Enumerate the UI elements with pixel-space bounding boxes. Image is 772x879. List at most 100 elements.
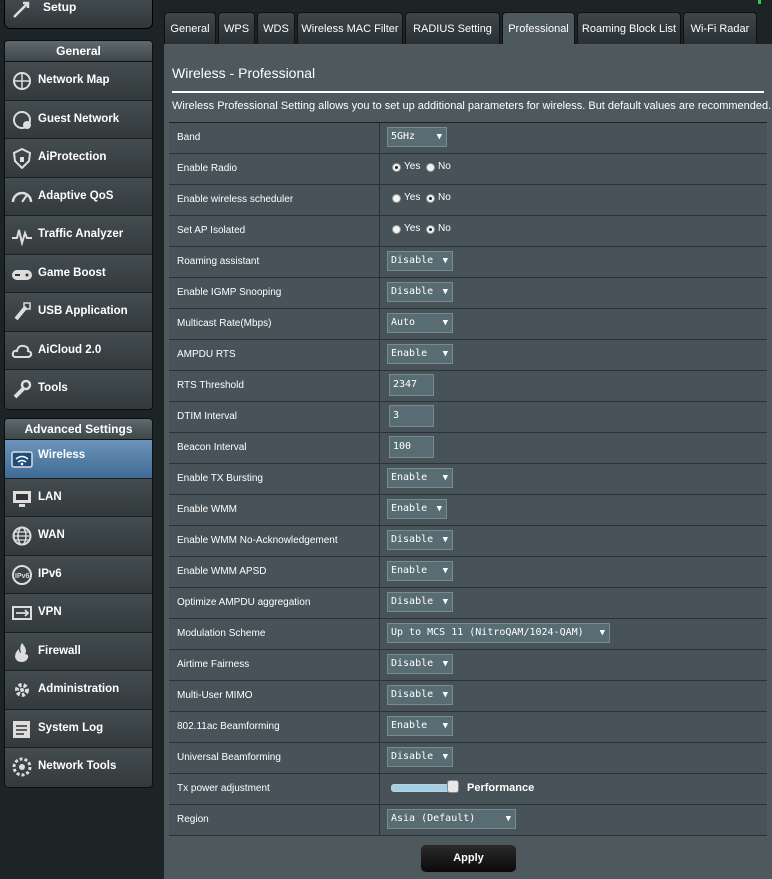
sidebar-item-traffic-analyzer[interactable]: Traffic Analyzer — [5, 216, 152, 255]
sidebar-item-administration[interactable]: Administration — [5, 671, 152, 710]
set-ap-isolated-radio-yes[interactable] — [392, 225, 401, 234]
dropdown-arrow-icon: ▼ — [442, 566, 448, 576]
sidebar-item-guest-network[interactable]: Guest Network — [5, 100, 152, 139]
set-ap-isolated-label: Set AP Isolated — [177, 225, 246, 236]
sidebar-item-usb-application[interactable]: USB Application — [5, 293, 152, 332]
setting-value-cell: Disable ▼ — [380, 278, 767, 308]
sidebar-item-system-log[interactable]: System Log — [5, 709, 152, 748]
sidebar-item-network-map[interactable]: Network Map — [5, 62, 152, 101]
roaming-assistant-select[interactable]: Disable ▼ — [387, 251, 453, 271]
tx-power-adjustment-label: Tx power adjustment — [177, 783, 270, 794]
enable-igmp-snooping-select[interactable]: Disable ▼ — [387, 282, 453, 302]
tab-wds[interactable]: WDS — [257, 12, 295, 44]
traffic-analyzer-icon — [10, 224, 34, 247]
sidebar-item-label: WAN — [38, 529, 65, 541]
tab-radius-setting[interactable]: RADIUS Setting — [405, 12, 500, 44]
enable-wmm-select[interactable]: Enable ▼ — [387, 499, 447, 519]
enable-wireless-scheduler-label: Enable wireless scheduler — [177, 194, 294, 205]
enable-wmm-apsd-select[interactable]: Enable ▼ — [387, 561, 453, 581]
quick-setup-button[interactable]: Setup — [4, 0, 153, 29]
optimize-ampdu-aggregation-label: Optimize AMPDU aggregation — [177, 597, 311, 608]
dropdown-arrow-icon: ▼ — [442, 535, 448, 545]
select-value: Enable — [391, 503, 428, 514]
enable-tx-bursting-select[interactable]: Enable ▼ — [387, 468, 453, 488]
sidebar-item-aicloud-2-0[interactable]: AiCloud 2.0 — [5, 331, 152, 370]
tab-roaming-block-list[interactable]: Roaming Block List — [577, 12, 681, 44]
airtime-fairness-select[interactable]: Disable ▼ — [387, 654, 453, 674]
enable-radio-radio-no[interactable] — [426, 163, 435, 172]
setting-label-cell: Enable Radio — [169, 154, 380, 184]
sidebar-item-vpn[interactable]: VPN — [5, 594, 152, 633]
sidebar-item-firewall[interactable]: Firewall — [5, 632, 152, 671]
setting-value-cell: 3 — [380, 402, 767, 432]
beacon-interval-label: Beacon Interval — [177, 442, 247, 453]
sidebar-item-adaptive-qos[interactable]: Adaptive QoS — [5, 177, 152, 216]
set-ap-isolated-radio-no[interactable] — [426, 225, 435, 234]
band-select[interactable]: 5GHz ▼ — [387, 127, 447, 147]
sidebar-item-wireless[interactable]: Wireless — [5, 440, 152, 479]
setting-value-cell: Up to MCS 11 (NitroQAM/1024-QAM) ▼ — [380, 619, 767, 649]
multicast-rate-mbps-label: Multicast Rate(Mbps) — [177, 318, 272, 329]
tab-wi-fi-radar[interactable]: Wi-Fi Radar — [683, 12, 757, 44]
optimize-ampdu-aggregation-select[interactable]: Disable ▼ — [387, 592, 453, 612]
enable-wmm-no-acknowledgement-select[interactable]: Disable ▼ — [387, 530, 453, 550]
general-menu: General Network Map Guest Network AiProtec… — [4, 40, 153, 410]
multicast-rate-mbps-select[interactable]: Auto ▼ — [387, 313, 453, 333]
802-11ac-beamforming-label: 802.11ac Beamforming — [177, 721, 280, 732]
qos-gauge-icon — [10, 186, 34, 208]
enable-wireless-scheduler-radio-yes[interactable] — [392, 194, 401, 203]
setting-row: Beacon Interval 100 — [169, 433, 767, 464]
setting-label-cell: Airtime Fairness — [169, 650, 380, 680]
sidebar-item-label: Tools — [38, 382, 68, 394]
dropdown-arrow-icon: ▼ — [442, 318, 448, 328]
sidebar-item-lan[interactable]: LAN — [5, 478, 152, 517]
page-title: Wireless - Professional — [172, 65, 316, 81]
firewall-icon — [10, 641, 34, 663]
setting-label-cell: Region — [169, 805, 380, 835]
setting-row: Modulation Scheme Up to MCS 11 (NitroQAM/… — [169, 619, 767, 650]
sidebar-item-network-tools[interactable]: Network Tools — [5, 748, 152, 787]
setting-row: Universal Beamforming Disable ▼ — [169, 743, 767, 774]
tab-wps[interactable]: WPS — [218, 12, 255, 44]
radio-label: Yes — [404, 161, 421, 172]
setting-row: Enable WMM Enable ▼ — [169, 495, 767, 526]
setting-label-cell: Enable TX Bursting — [169, 464, 380, 494]
setting-row: 802.11ac Beamforming Enable ▼ — [169, 712, 767, 743]
universal-beamforming-label: Universal Beamforming — [177, 752, 281, 763]
sidebar-item-ipv6[interactable]: IPv6 IPv6 — [5, 555, 152, 594]
setting-value-cell: Disable ▼ — [380, 681, 767, 711]
title-divider — [172, 91, 764, 93]
802-11ac-beamforming-select[interactable]: Enable ▼ — [387, 716, 453, 736]
sidebar-item-game-boost[interactable]: Game Boost — [5, 254, 152, 293]
apply-button[interactable]: Apply — [420, 844, 517, 873]
beacon-interval-input[interactable]: 100 — [389, 436, 434, 458]
tx-power-slider-handle[interactable] — [447, 780, 459, 793]
sidebar-item-wan[interactable]: WAN — [5, 517, 152, 556]
region-select[interactable]: Asia (Default) ▼ — [387, 809, 516, 829]
dropdown-arrow-icon: ▼ — [599, 628, 605, 638]
setting-value-cell: 5GHz ▼ — [380, 123, 767, 153]
ipv6-icon: IPv6 — [10, 564, 34, 586]
select-value: 5GHz — [391, 131, 416, 142]
tab-wireless-mac-filter[interactable]: Wireless MAC Filter — [297, 12, 403, 44]
universal-beamforming-select[interactable]: Disable ▼ — [387, 747, 453, 767]
rts-threshold-input[interactable]: 2347 — [389, 374, 434, 396]
enable-radio-radio-yes[interactable] — [392, 163, 401, 172]
dropdown-arrow-icon: ▼ — [442, 473, 448, 483]
modulation-scheme-select[interactable]: Up to MCS 11 (NitroQAM/1024-QAM) ▼ — [387, 623, 610, 643]
enable-wireless-scheduler-radio-no[interactable] — [426, 194, 435, 203]
setting-label-cell: Tx power adjustment — [169, 774, 380, 804]
tx-power-slider-track[interactable] — [391, 784, 455, 792]
tab-general[interactable]: General — [164, 12, 216, 44]
tab-professional[interactable]: Professional — [502, 12, 575, 44]
setting-row: Enable WMM No-Acknowledgement Disable ▼ — [169, 526, 767, 557]
multi-user-mimo-select[interactable]: Disable ▼ — [387, 685, 453, 705]
tx-power-level-text: Performance — [467, 782, 535, 794]
dtim-interval-input[interactable]: 3 — [389, 405, 434, 427]
radio-label: Yes — [404, 223, 421, 234]
ampdu-rts-select[interactable]: Enable ▼ — [387, 344, 453, 364]
sidebar-item-label: System Log — [38, 721, 104, 734]
select-value: Enable — [391, 348, 428, 359]
sidebar-item-aiprotection[interactable]: AiProtection — [5, 139, 152, 178]
sidebar-item-tools[interactable]: Tools — [5, 370, 152, 409]
